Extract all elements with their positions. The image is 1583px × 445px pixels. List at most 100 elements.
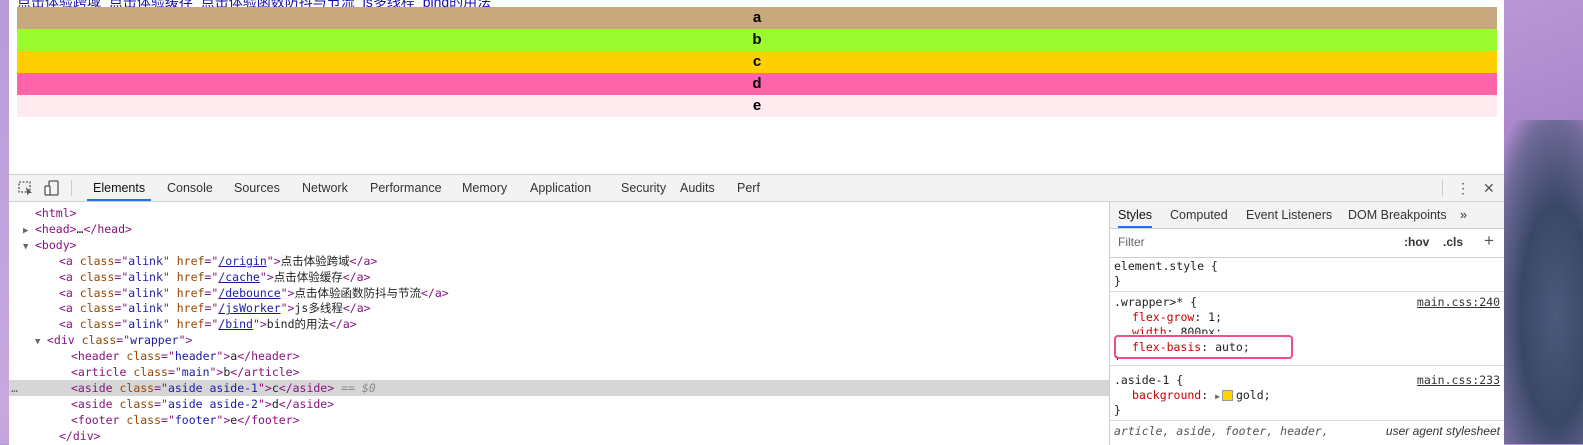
dom-token-tag: <header	[71, 349, 127, 364]
dom-node-line[interactable]: ▼ <div class="wrapper">	[9, 332, 1109, 348]
dom-token-tag: ="	[114, 269, 129, 284]
element-style-selector[interactable]: element.style {	[1114, 259, 1218, 274]
dom-token-val: main	[181, 365, 210, 379]
dom-node-line[interactable]: <footer class="footer">e</footer>	[9, 412, 1109, 428]
dom-token-tag: </a>	[349, 253, 378, 268]
dom-token-tag: "	[162, 301, 177, 316]
dom-node-line[interactable]: </div>	[9, 428, 1109, 444]
tab-sources[interactable]: Sources	[228, 175, 286, 201]
dom-token-val: alink	[128, 317, 163, 332]
dom-token-tag: ">	[259, 269, 274, 284]
footer-bar-e: e	[17, 95, 1497, 117]
ua-rule-source: user agent stylesheet	[1385, 424, 1500, 438]
styles-tab-0[interactable]: Styles	[1118, 202, 1153, 228]
styles-tab-2[interactable]: Event Listeners	[1246, 202, 1332, 228]
desktop-wallpaper	[1493, 120, 1583, 444]
dom-token-attr: class	[133, 365, 168, 379]
kebab-menu-icon[interactable]: ⋮	[1456, 175, 1470, 201]
dom-token-tag: ="	[154, 380, 168, 395]
tab-security[interactable]: Security	[615, 175, 672, 201]
dom-token-tag: "	[162, 253, 177, 268]
dom-token-tag: <a	[59, 253, 80, 268]
dom-node-line[interactable]: ▼ <body>	[9, 237, 1109, 253]
dom-node-line[interactable]: <a class="alink" href="/jsWorker">js多线程<…	[9, 300, 1109, 316]
tab-perf[interactable]: Perf	[731, 175, 766, 201]
dom-token-attr: class	[81, 333, 117, 348]
dom-token-link[interactable]: /bind	[218, 317, 253, 331]
dom-node-line[interactable]: <header class="header">a</header>	[9, 348, 1109, 364]
node-actions-icon[interactable]: …	[11, 380, 18, 396]
wrapper-rule-selector[interactable]: .wrapper>* {	[1114, 295, 1197, 310]
dom-token-tag: ="	[114, 285, 129, 300]
dom-token-attr: href	[176, 317, 205, 332]
dom-token-eq: == $0	[334, 380, 376, 395]
tab-network[interactable]: Network	[296, 175, 354, 201]
dom-token-attr: class	[126, 349, 162, 364]
css-declaration[interactable]: width: 800px;	[1132, 325, 1222, 334]
tab-memory[interactable]: Memory	[456, 175, 513, 201]
aside-rule-selector[interactable]: .aside-1 {	[1114, 373, 1183, 388]
tab-elements[interactable]: Elements	[87, 175, 152, 201]
css-declaration[interactable]: background: ▶ gold;	[1132, 388, 1271, 403]
dom-token-tag: ="	[116, 333, 131, 348]
dom-node-line[interactable]: <html>	[9, 205, 1109, 221]
styles-filter-input[interactable]: Filter	[1112, 232, 1398, 252]
dom-token-attr: class	[79, 269, 115, 284]
dom-token-attr: class	[79, 253, 115, 268]
hov-toggle[interactable]: :hov	[1404, 235, 1429, 249]
dom-token-val: header	[174, 349, 217, 364]
inspect-icon[interactable]	[17, 179, 35, 197]
aside-bar-d: d	[17, 73, 1497, 95]
styles-tab-1[interactable]: Computed	[1170, 202, 1228, 228]
styles-tab-4[interactable]: »	[1460, 202, 1467, 228]
dom-token-attr: class	[79, 301, 115, 316]
dom-node-line[interactable]: <article class="main">b</article>	[9, 364, 1109, 380]
dom-token-tag: </footer>	[237, 412, 300, 427]
dom-token-link[interactable]: /cache	[218, 270, 260, 284]
tab-performance[interactable]: Performance	[364, 175, 448, 201]
device-toggle-icon[interactable]	[43, 179, 61, 197]
dom-token-link[interactable]: /debounce	[218, 286, 280, 300]
cls-toggle[interactable]: .cls	[1443, 235, 1463, 249]
dom-token-tag: <a	[59, 301, 80, 316]
rule-divider	[1110, 420, 1504, 421]
new-rule-button[interactable]: +	[1484, 231, 1494, 251]
dom-token-tag: </article>	[230, 365, 300, 379]
dom-token-tag: ="	[161, 349, 175, 364]
dom-token-link[interactable]: /origin	[218, 254, 266, 268]
wrapper-rule-source[interactable]: main.css:240	[1417, 295, 1500, 309]
devtools-panel: Elements Console Sources Network Performance…	[9, 174, 1504, 445]
dom-token-tag: ">	[280, 301, 295, 316]
dom-token-tag: ="	[204, 285, 219, 300]
close-icon[interactable]: ✕	[1483, 175, 1495, 201]
dom-token-link[interactable]: /jsWorker	[218, 301, 280, 315]
dom-token-tag: ="	[114, 253, 129, 268]
tab-application[interactable]: Application	[524, 175, 597, 201]
dom-node-line[interactable]: <a class="alink" href="/origin">点击体验跨域</…	[9, 253, 1109, 269]
rule-divider	[1110, 291, 1504, 292]
dom-token-tag: <a	[59, 269, 80, 284]
dom-token-tag: ="	[204, 301, 219, 316]
css-property: background	[1132, 388, 1202, 402]
tab-console[interactable]: Console	[161, 175, 219, 201]
ua-rule-selector: article, aside, footer, header,	[1114, 424, 1329, 438]
tab-audits[interactable]: Audits	[674, 175, 721, 201]
dom-token-val: alink	[128, 269, 163, 284]
dom-token-tag: <article	[71, 365, 134, 379]
dom-token-tag: "	[162, 317, 177, 332]
dom-node-line[interactable]: <aside class="aside aside-2">d</aside>	[9, 396, 1109, 412]
dom-token-tag: </a>	[329, 317, 357, 332]
dom-node-line[interactable]: ▶ <head>…</head>	[9, 221, 1109, 237]
dom-token-tag: </aside>	[278, 380, 335, 395]
dom-node-line[interactable]: <a class="alink" href="/debounce">点击体验函数…	[9, 285, 1109, 301]
styles-tab-3[interactable]: DOM Breakpoints	[1348, 202, 1447, 228]
dom-token-val: aside aside-2	[167, 396, 258, 411]
dom-token-txt: c	[271, 380, 279, 395]
dom-node-line[interactable]: <aside class="aside aside-1">c</aside> =…	[9, 379, 1109, 396]
dom-token-tag: </div>	[59, 428, 101, 443]
aside-rule-source[interactable]: main.css:233	[1417, 373, 1500, 387]
color-swatch[interactable]	[1221, 390, 1233, 401]
css-declaration[interactable]: flex-grow: 1;	[1132, 310, 1222, 325]
dom-node-line[interactable]: <a class="alink" href="/bind">bind的用法</a…	[9, 316, 1109, 332]
dom-node-line[interactable]: <a class="alink" href="/cache">点击体验缓存</a…	[9, 269, 1109, 285]
